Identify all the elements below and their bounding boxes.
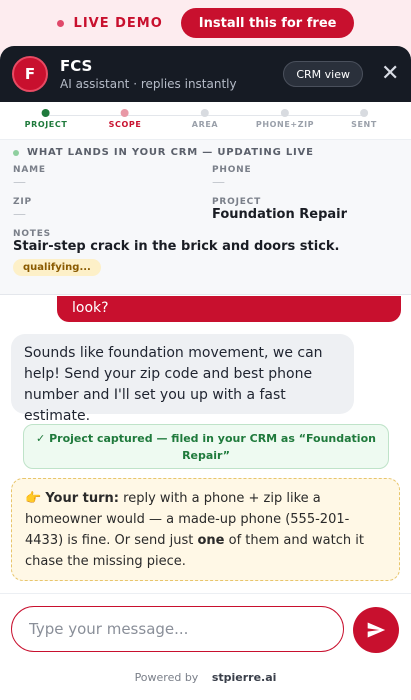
step-dot-icon	[280, 109, 289, 117]
field-label: NAME	[13, 165, 46, 175]
assistant-status: AI assistant · replies instantly	[60, 76, 237, 91]
step-label: PHONE+ZIP	[255, 120, 315, 129]
field-label: PROJECT	[212, 197, 262, 207]
composer: Powered by stpierre.ai	[0, 593, 411, 700]
assistant-name: FCS	[60, 56, 93, 75]
chat-messages[interactable]: look? Sounds like foundation movement, w…	[0, 296, 411, 641]
step-sent: SENT	[351, 109, 377, 129]
step-project: PROJECT	[25, 109, 68, 129]
bot-message-bubble: Sounds like foundation movement, we can …	[11, 334, 354, 424]
step-label: SCOPE	[108, 120, 142, 129]
demo-banner: LIVE DEMO Install this for free	[0, 0, 411, 46]
field-label: ZIP	[13, 197, 32, 207]
brand-link[interactable]: stpierre.ai	[212, 671, 277, 684]
header-text: FCS AI assistant · replies instantly	[60, 57, 283, 92]
turn-lead: Your turn:	[45, 491, 120, 506]
crm-title-text: WHAT LANDS IN YOUR CRM — UPDATING LIVE	[27, 147, 314, 158]
close-icon[interactable]: ✕	[381, 63, 399, 85]
step-label: SENT	[351, 120, 377, 129]
live-demo-label: LIVE DEMO	[73, 15, 163, 31]
crm-fields: NAME — PHONE — ZIP — PROJECT Foundation …	[13, 165, 398, 229]
send-icon	[367, 622, 386, 638]
chat-header: F FCS AI assistant · replies instantly C…	[0, 46, 411, 102]
chat-widget: F FCS AI assistant · replies instantly C…	[0, 46, 411, 700]
step-dot-icon	[120, 109, 129, 117]
field-value: —	[13, 175, 26, 190]
step-label: PROJECT	[24, 120, 68, 129]
avatar: F	[12, 56, 48, 92]
step-label: AREA	[191, 120, 219, 129]
send-button[interactable]	[353, 607, 399, 653]
field-value: —	[13, 207, 26, 222]
step-scope: SCOPE	[109, 109, 142, 129]
crm-view-button[interactable]: CRM view	[283, 61, 363, 87]
install-button[interactable]: Install this for free	[180, 8, 355, 38]
progress-steps: PROJECT SCOPE AREA PHONE+ZIP SENT	[0, 102, 411, 140]
crm-preview-title: WHAT LANDS IN YOUR CRM — UPDATING LIVE	[13, 147, 398, 158]
step-dot-icon	[360, 109, 368, 117]
live-dot-icon	[56, 19, 64, 27]
step-dot-icon	[41, 109, 50, 117]
turn-emphasis: one	[197, 533, 225, 548]
live-demo-indicator: LIVE DEMO	[56, 15, 163, 31]
crm-preview-panel: WHAT LANDS IN YOUR CRM — UPDATING LIVE N…	[0, 140, 411, 295]
crm-field-project: PROJECT Foundation Repair	[212, 197, 398, 229]
pointing-hand-icon: 👉	[25, 491, 42, 506]
field-value: Stair-step crack in the brick and doors …	[13, 239, 340, 254]
crm-field-notes: NOTES Stair-step crack in the brick and …	[13, 229, 398, 255]
user-message-bubble: look?	[57, 296, 401, 322]
step-dot-icon	[200, 109, 209, 117]
crm-field-name: NAME —	[13, 165, 212, 197]
status-badge: qualifying...	[13, 259, 101, 276]
field-value: Foundation Repair	[212, 207, 348, 222]
crm-field-phone: PHONE —	[212, 165, 398, 197]
powered-by: Powered by stpierre.ai	[0, 671, 411, 684]
powered-by-label: Powered by	[134, 671, 199, 684]
your-turn-hint: 👉 Your turn: reply with a phone + zip li…	[11, 478, 400, 581]
field-label: NOTES	[13, 229, 51, 239]
step-area: AREA	[192, 109, 218, 129]
message-input[interactable]	[11, 606, 344, 652]
crm-field-zip: ZIP —	[13, 197, 212, 229]
live-dot-icon	[13, 149, 19, 156]
step-phone-zip: PHONE+ZIP	[256, 109, 314, 129]
project-captured-notice: ✓ Project captured — filed in your CRM a…	[23, 424, 389, 469]
field-value: —	[212, 175, 225, 190]
field-label: PHONE	[212, 165, 252, 175]
